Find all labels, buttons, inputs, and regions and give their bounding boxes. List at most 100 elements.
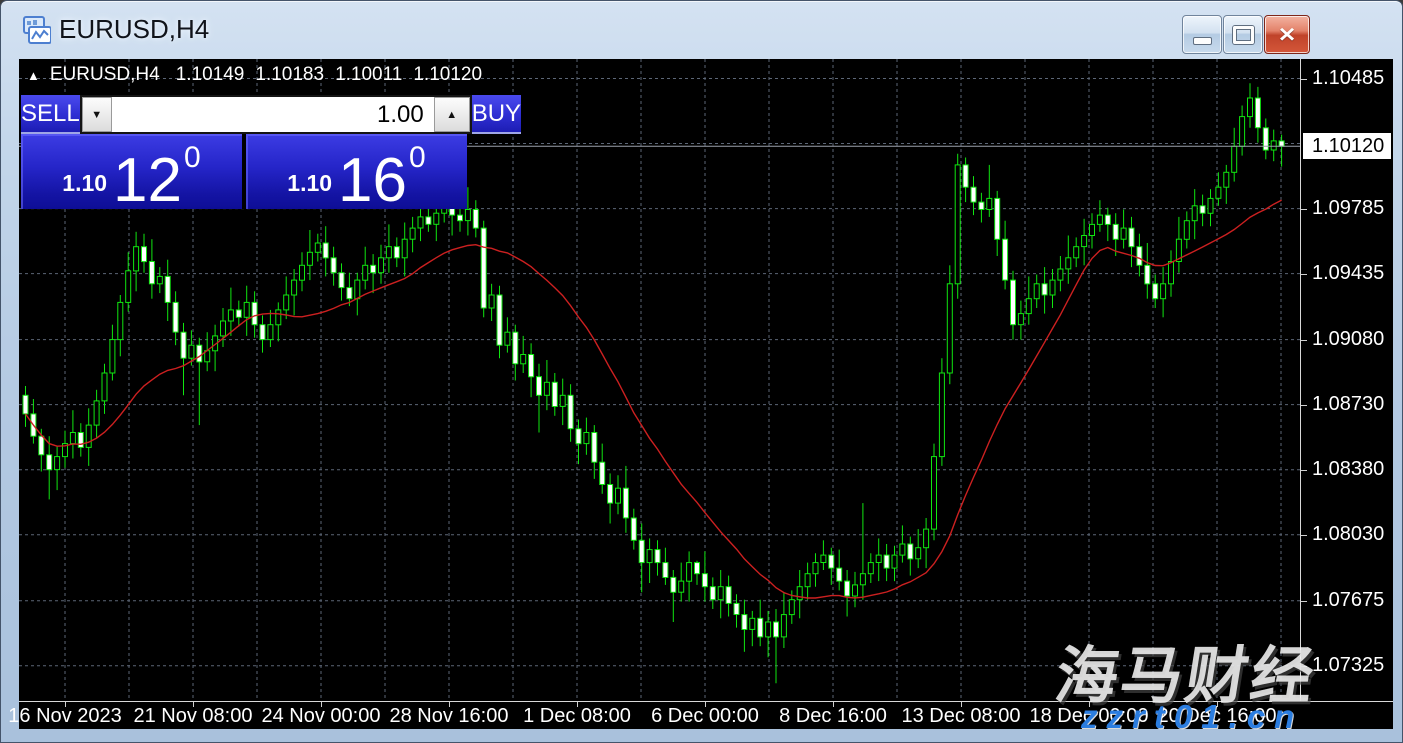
price-tick [1301,274,1307,275]
candle [221,321,226,336]
candle [592,433,597,463]
candle [892,555,897,568]
time-axis[interactable]: 16 Nov 202321 Nov 08:0024 Nov 00:0028 No… [19,702,1393,729]
maximize-button[interactable] [1223,15,1263,54]
candle [55,457,60,470]
candle [465,210,470,221]
candle [900,544,905,555]
candle [1113,224,1118,239]
price-tick [1301,405,1307,406]
candle [1153,284,1158,299]
candle [876,555,881,562]
ohlc-close: 1.10120 [413,64,482,86]
time-label: 28 Nov 16:00 [390,705,509,728]
buy-price-display[interactable]: 1.10 16 0 [246,134,467,209]
volume-decrease-button[interactable]: ▼ [82,97,112,132]
minimize-button[interactable] [1182,15,1222,54]
price-label: 1.08380 [1312,458,1384,481]
candle [458,215,463,221]
time-label: 13 Dec 08:00 [902,705,1021,728]
buy-price-big: 16 [338,152,407,209]
candle [679,581,684,592]
candle [584,433,589,444]
candle [1011,280,1016,325]
candle [663,563,668,578]
candle [860,574,865,585]
candle [173,302,178,332]
candle [473,210,478,229]
candle [1224,172,1229,187]
sell-button[interactable]: SELL [21,95,80,134]
candle [623,488,628,518]
candle [671,577,676,592]
candle [1145,265,1150,284]
price-axis[interactable]: 1.104851.097851.094351.090801.087301.083… [1301,59,1393,701]
candle [1161,284,1166,299]
volume-input[interactable] [112,97,434,132]
one-click-trading-panel: SELL ▼ ▲ BUY 1.10 12 0 1.10 16 0 [21,95,467,209]
candle [647,550,652,563]
price-tick [1301,470,1307,471]
candle [631,518,636,540]
candle [1216,187,1221,198]
time-label: 21 Nov 08:00 [134,705,253,728]
price-label: 1.09435 [1312,262,1384,285]
candle [853,585,858,596]
candle [94,401,99,425]
candle [402,239,407,258]
candle [426,217,431,224]
candle [608,485,613,504]
candle [1137,247,1142,266]
candle [379,258,384,273]
candle [157,276,162,283]
price-tick [1301,79,1307,80]
candle [1058,269,1063,280]
time-label: 18 Dec 00:00 [1030,705,1149,728]
window-title: EURUSD,H4 [59,14,209,45]
candle [339,273,344,288]
candle [537,377,542,396]
candle [947,284,952,373]
price-tick [1301,209,1307,210]
candle [718,587,723,600]
candle [434,213,439,224]
sell-price-pipette: 0 [184,141,201,175]
candle [292,280,297,295]
candle [529,355,534,377]
candle [695,563,700,574]
candle [568,395,573,428]
candle [552,382,557,406]
sell-price-big: 12 [113,152,182,209]
candle [363,265,368,280]
candle [924,529,929,548]
candle [939,373,944,457]
candle [750,618,755,629]
close-button[interactable]: ✕ [1264,15,1310,54]
title-bar[interactable]: EURUSD,H4 ✕ [1,1,1402,59]
panel-collapse-arrow-icon[interactable]: ▲ [27,68,40,83]
candle [252,302,257,324]
ohlc-info-line: ▲ EURUSD,H4 1.10149 1.10183 1.10011 1.10… [27,64,493,86]
sell-price-display[interactable]: 1.10 12 0 [21,134,242,209]
candle [1279,141,1284,146]
buy-button[interactable]: BUY [472,95,521,134]
candle [355,280,360,299]
candle [386,247,391,258]
candle [781,615,786,637]
price-label: 1.08730 [1312,393,1384,416]
volume-increase-button[interactable]: ▲ [434,97,470,132]
candle [955,165,960,284]
candle [331,258,336,273]
candle [347,288,352,299]
candle [181,332,186,358]
candle [734,603,739,614]
candle [189,345,194,358]
candle [142,247,147,262]
candle [1200,206,1205,213]
candle [86,425,91,447]
candle [513,332,518,364]
maximize-icon [1233,26,1254,44]
time-label: 8 Dec 16:00 [779,705,887,728]
candle [868,563,873,574]
candle [1018,314,1023,325]
